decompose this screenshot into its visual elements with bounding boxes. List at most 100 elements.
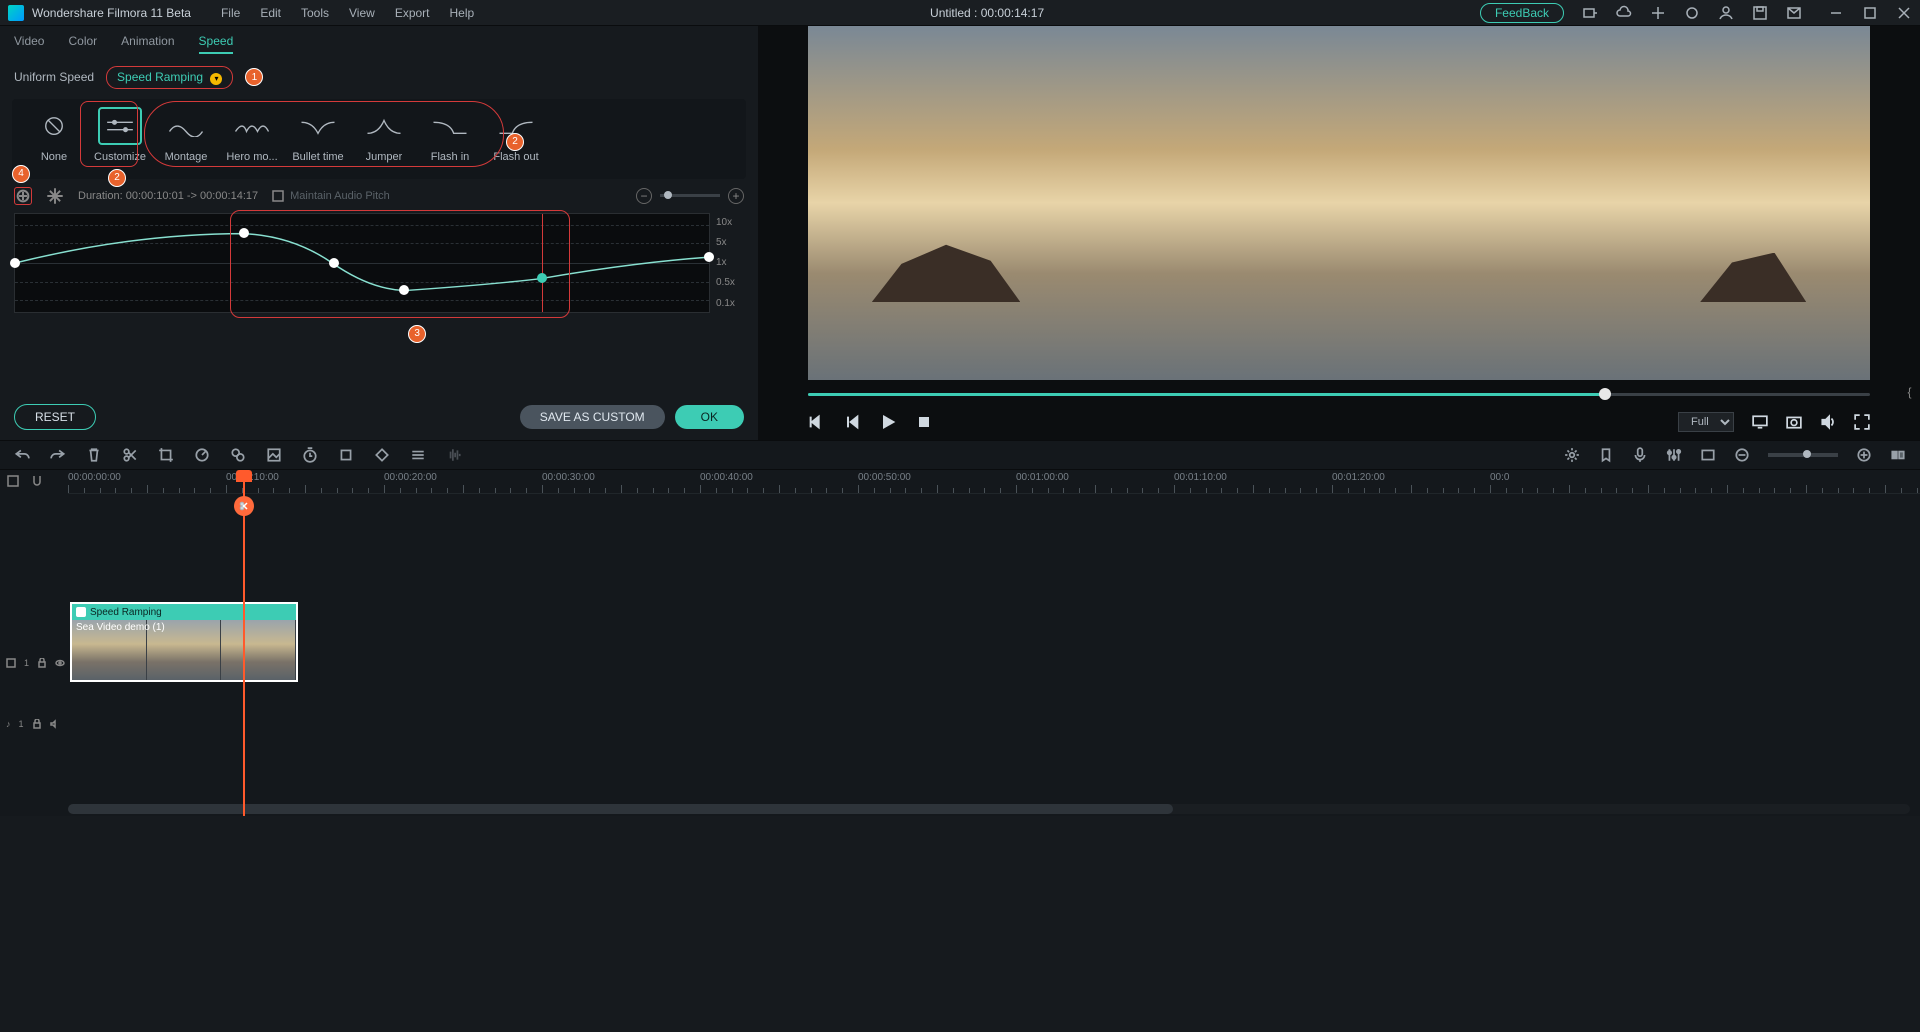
speed-graph[interactable] <box>14 213 710 313</box>
menu-edit[interactable]: Edit <box>260 6 281 20</box>
mute-icon[interactable] <box>50 719 60 729</box>
green-screen-icon[interactable] <box>266 447 282 463</box>
zoom-slider[interactable] <box>1768 453 1838 457</box>
gear-icon[interactable] <box>1564 447 1580 463</box>
timeline-ruler[interactable]: 00:00:00:00 00:00:10:00 00:00:20:00 00:0… <box>68 470 1920 494</box>
duration-label: Duration: <box>78 190 123 202</box>
menu-view[interactable]: View <box>349 6 375 20</box>
menu-help[interactable]: Help <box>450 6 475 20</box>
maintain-pitch-checkbox[interactable]: Maintain Audio Pitch <box>272 190 390 202</box>
audio-track-head[interactable]: ♪1 <box>0 704 68 744</box>
delete-icon[interactable] <box>86 447 102 463</box>
track-view-icon[interactable] <box>6 474 20 491</box>
minimize-icon[interactable] <box>1828 5 1844 21</box>
fullscreen-icon[interactable] <box>1854 414 1870 430</box>
export-icon[interactable] <box>1582 5 1598 21</box>
speed-icon[interactable] <box>194 447 210 463</box>
stop-icon[interactable] <box>916 414 932 430</box>
adjust-icon[interactable] <box>410 447 426 463</box>
close-icon[interactable] <box>1896 5 1912 21</box>
maximize-icon[interactable] <box>1862 5 1878 21</box>
timeline-clip[interactable]: Speed Ramping <box>70 602 298 682</box>
menu-file[interactable]: File <box>221 6 240 20</box>
preview-viewport[interactable] <box>808 26 1870 380</box>
zoom-out-icon[interactable]: − <box>636 188 652 204</box>
headset-icon[interactable] <box>1684 5 1700 21</box>
user-icon[interactable] <box>1718 5 1734 21</box>
subtab-uniform[interactable]: Uniform Speed <box>14 70 94 84</box>
timeline[interactable]: 00:00:00:00 00:00:10:00 00:00:20:00 00:0… <box>0 470 1920 816</box>
cloud-icon[interactable] <box>1616 5 1632 21</box>
preset-none[interactable]: None <box>24 107 84 163</box>
undo-icon[interactable] <box>14 447 30 463</box>
eye-icon[interactable] <box>55 658 65 668</box>
callout-box-presets <box>144 101 504 167</box>
play-icon[interactable] <box>880 414 896 430</box>
tab-video[interactable]: Video <box>14 34 44 54</box>
preview-panel: { } 00:00:11:01 Full <box>758 26 1920 440</box>
lock-icon[interactable] <box>37 658 47 668</box>
tab-animation[interactable]: Animation <box>121 34 174 54</box>
magnet-icon[interactable] <box>30 474 44 491</box>
callout-4: 4 <box>12 165 30 183</box>
sparkle-icon[interactable] <box>1650 5 1666 21</box>
preview-scrubber[interactable]: { } 00:00:11:01 <box>808 388 1870 402</box>
display-icon[interactable] <box>1752 414 1768 430</box>
clip-thumbnails <box>72 620 296 680</box>
duration-value: 00:00:10:01 -> 00:00:14:17 <box>126 190 258 202</box>
chevron-down-icon: ▾ <box>210 73 222 85</box>
crop-icon[interactable] <box>158 447 174 463</box>
split-icon[interactable] <box>122 447 138 463</box>
app-logo-icon <box>8 5 24 21</box>
mic-icon[interactable] <box>1632 447 1648 463</box>
reset-button[interactable]: RESET <box>14 404 96 430</box>
titlebar: Wondershare Filmora 11 Beta File Edit To… <box>0 0 1920 26</box>
zoom-in-tl-icon[interactable] <box>1856 447 1872 463</box>
speed-panel: Video Color Animation Speed Uniform Spee… <box>0 26 758 440</box>
ok-button[interactable]: OK <box>675 405 744 429</box>
duration-icon[interactable] <box>302 447 318 463</box>
lock-icon[interactable] <box>32 719 42 729</box>
timeline-playhead[interactable] <box>243 470 245 816</box>
tab-speed[interactable]: Speed <box>199 34 234 54</box>
feedback-button[interactable]: FeedBack <box>1480 3 1564 23</box>
keyframe-icon[interactable] <box>374 447 390 463</box>
subtab-speed-ramping[interactable]: Speed Ramping ▾ <box>106 66 233 89</box>
clip-header: Speed Ramping <box>90 607 162 618</box>
callout-box-customize <box>80 101 138 167</box>
zoom-out-tl-icon[interactable] <box>1734 447 1750 463</box>
menu-export[interactable]: Export <box>395 6 430 20</box>
marker-icon[interactable] <box>1598 447 1614 463</box>
playhead-grab-icon[interactable] <box>234 496 254 516</box>
freeze-icon[interactable] <box>46 187 64 205</box>
quality-select[interactable]: Full <box>1678 412 1734 432</box>
snapshot-icon[interactable] <box>1786 414 1802 430</box>
mixer-icon[interactable] <box>1666 447 1682 463</box>
speed-y-axis: 10x 5x 1x 0.5x 0.1x <box>710 213 744 313</box>
expand-icon[interactable] <box>338 447 354 463</box>
fit-icon[interactable] <box>1890 447 1906 463</box>
prev-frame-icon[interactable] <box>808 414 824 430</box>
timeline-scrollbar[interactable] <box>68 804 1910 814</box>
callout-1: 1 <box>245 68 263 86</box>
redo-icon[interactable] <box>50 447 66 463</box>
tab-color[interactable]: Color <box>68 34 97 54</box>
mail-icon[interactable] <box>1786 5 1802 21</box>
ramping-clip-icon <box>76 607 86 617</box>
zoom-in-icon[interactable]: + <box>728 188 744 204</box>
callout-3: 3 <box>408 325 426 343</box>
volume-icon[interactable] <box>1820 414 1836 430</box>
save-icon[interactable] <box>1752 5 1768 21</box>
step-back-icon[interactable] <box>844 414 860 430</box>
speed-presets: 2 2 None Customize Montage Hero mo... Bu… <box>12 99 746 179</box>
bracket-left-icon[interactable]: { <box>1907 385 1911 399</box>
render-icon[interactable] <box>1700 447 1716 463</box>
audio-wave-icon[interactable] <box>446 447 462 463</box>
add-keyframe-icon[interactable] <box>14 187 32 205</box>
callout-2b: 2 <box>506 133 524 151</box>
menu-tools[interactable]: Tools <box>301 6 329 20</box>
project-title: Untitled : 00:00:14:17 <box>494 6 1480 20</box>
color-icon[interactable] <box>230 447 246 463</box>
video-track-head[interactable]: 1 <box>0 622 68 704</box>
save-as-custom-button[interactable]: SAVE AS CUSTOM <box>520 405 665 429</box>
